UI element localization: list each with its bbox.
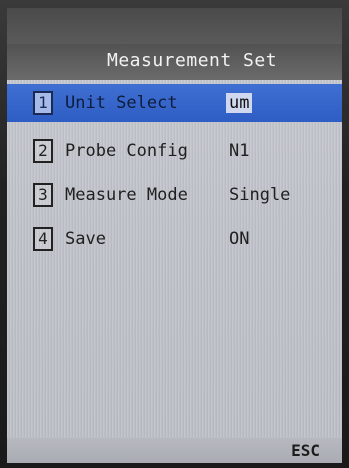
menu-item-number: 1 [33,91,53,115]
lcd-screen: Measurement Set 1 Unit Select um 2 Probe… [7,8,342,463]
menu-item-value: Single [229,185,291,205]
menu-item-value: um [226,93,253,113]
menu-item-value: ON [229,229,250,249]
menu-item-label: Unit Select [65,93,178,113]
page-title: Measurement Set [107,50,278,71]
menu-item-label: Probe Config [65,141,188,161]
menu-item-save[interactable]: 4 Save ON [7,220,342,258]
menu-item-label: Measure Mode [65,185,188,205]
menu-item-number: 4 [33,227,53,251]
menu-item-label: Save [65,229,106,249]
esc-softkey[interactable]: ESC [291,441,320,460]
menu-item-value: N1 [229,141,250,161]
menu-item-number: 2 [33,139,53,163]
menu-item-unit-select[interactable]: 1 Unit Select um [7,84,342,122]
menu-item-probe-config[interactable]: 2 Probe Config N1 [7,132,342,170]
menu-item-measure-mode[interactable]: 3 Measure Mode Single [7,176,342,214]
menu-item-number: 3 [33,183,53,207]
device-frame: Measurement Set 1 Unit Select um 2 Probe… [0,0,349,468]
